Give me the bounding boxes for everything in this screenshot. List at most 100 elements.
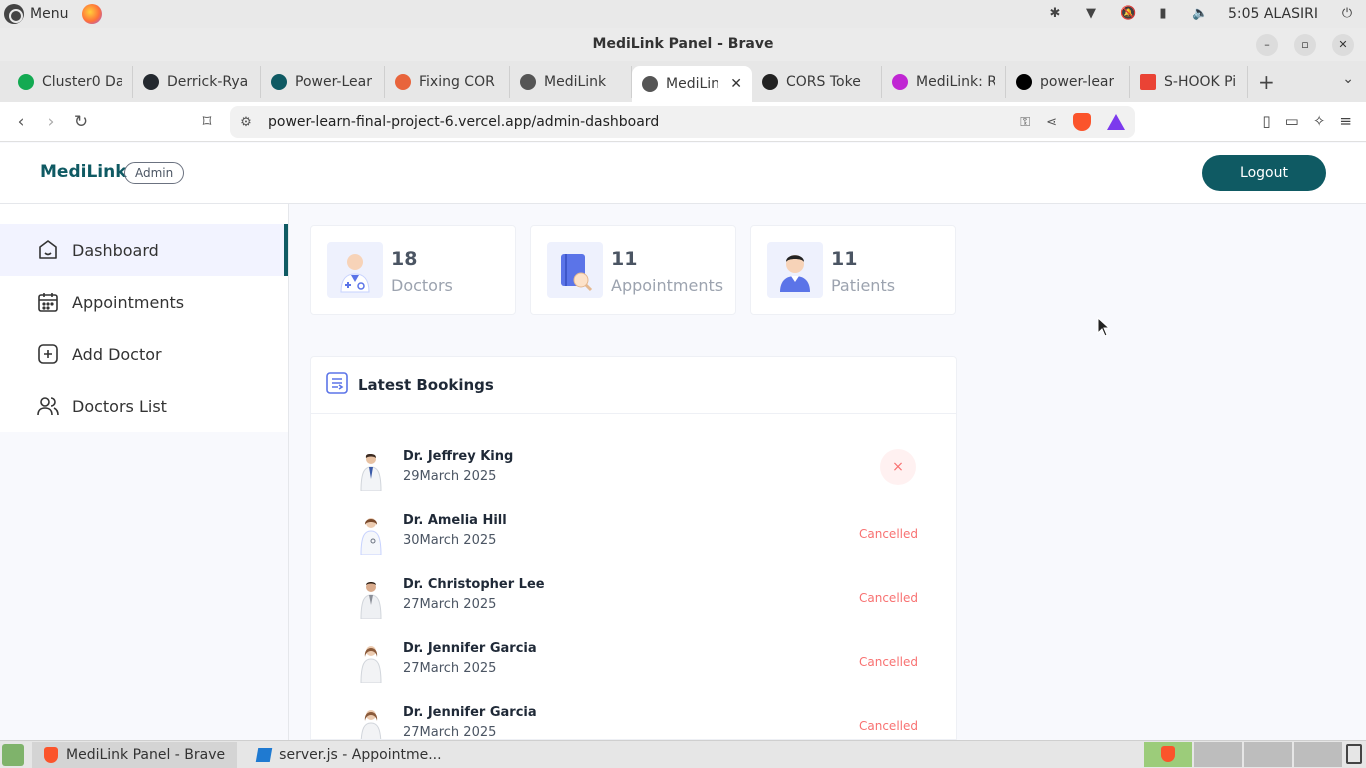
address-bar[interactable]: ⚙ power-learn-final-project-6.vercel.app… — [230, 106, 1135, 138]
stat-card-appointments[interactable]: 11 Appointments — [530, 225, 736, 315]
tab-github[interactable]: Derrick-Rya — [133, 65, 261, 98]
latest-bookings-header: Latest Bookings — [311, 357, 956, 414]
sidebar-item-label: Doctors List — [72, 396, 167, 416]
stat-card-patients[interactable]: 11 Patients — [750, 225, 956, 315]
taskbar-item-brave[interactable]: MediLink Panel - Brave — [32, 741, 238, 768]
brave-icon — [44, 746, 58, 763]
wifi-icon[interactable]: ▼ — [1084, 7, 1098, 21]
workspace-1[interactable] — [1144, 742, 1192, 767]
doctor-avatar — [357, 579, 385, 620]
back-icon[interactable]: ‹ — [6, 112, 36, 132]
sidebar-item-label: Appointments — [72, 292, 185, 312]
tab-power-learn-vercel[interactable]: power-lear — [1006, 65, 1130, 98]
workspace-2[interactable] — [1194, 742, 1242, 767]
booking-doctor-name: Dr. Amelia Hill — [403, 513, 507, 528]
brave-shields-icon[interactable] — [1073, 113, 1091, 131]
notifications-muted-icon[interactable]: 🔕 — [1120, 7, 1136, 21]
cancel-booking-button[interactable]: × — [880, 449, 916, 485]
mouse-cursor-icon — [1097, 317, 1111, 337]
tab-label: Power-Lear — [295, 73, 372, 90]
battery-icon[interactable]: ▮ — [1156, 7, 1170, 21]
system-logo-icon — [4, 4, 24, 24]
tab-cors-token[interactable]: CORS Toke — [752, 65, 882, 98]
booking-doctor-name: Dr. Christopher Lee — [403, 577, 545, 592]
doctor-icon — [327, 242, 383, 298]
tab-medilink-r[interactable]: MediLink: R — [882, 65, 1006, 98]
volume-muted-icon[interactable]: 🔈 — [1192, 7, 1208, 21]
tab-label: S-HOOK Pi — [1164, 73, 1237, 90]
sidebar-item-dashboard[interactable]: Dashboard — [0, 224, 288, 276]
github-icon — [143, 73, 159, 90]
share-icon[interactable]: ⋖ — [1046, 115, 1057, 130]
app-icon — [892, 73, 908, 90]
sidebar-toggle-icon[interactable]: ▯ — [1262, 112, 1270, 130]
role-badge: Admin — [124, 162, 185, 184]
tab-label: Cluster0 Da — [42, 73, 122, 90]
system-menu-button[interactable]: Menu — [0, 4, 103, 24]
people-icon — [36, 394, 60, 418]
wallet-icon[interactable]: ▭ — [1285, 112, 1299, 130]
tab-label: Fixing COR — [419, 73, 495, 90]
tab-label: MediLink: R — [916, 73, 995, 90]
trash-icon[interactable] — [1346, 744, 1362, 764]
tab-medilink[interactable]: MediLink — [510, 65, 632, 98]
clock[interactable]: 5:05 ALASIRI — [1228, 6, 1318, 22]
booking-status-cancelled: Cancelled — [859, 655, 918, 669]
brand-logo[interactable]: MediLink — [40, 162, 127, 182]
doctor-avatar — [357, 451, 385, 492]
new-tab-icon[interactable]: + — [1258, 70, 1275, 94]
show-desktop-button[interactable] — [2, 743, 24, 766]
maximize-button[interactable]: ▫ — [1294, 34, 1316, 56]
key-icon[interactable]: ⚿ — [1020, 115, 1030, 130]
home-icon — [36, 238, 60, 262]
booking-status-cancelled: Cancelled — [859, 591, 918, 605]
list-icon — [326, 372, 348, 398]
sidebar-item-doctors-list[interactable]: Doctors List — [0, 380, 288, 432]
taskbar-item-label: MediLink Panel - Brave — [66, 746, 226, 763]
tab-list-chevron-icon[interactable]: ⌄ — [1342, 71, 1354, 87]
bookmark-icon[interactable]: ⌑ — [192, 112, 222, 132]
reload-icon[interactable]: ↻ — [66, 112, 96, 132]
firefox-launcher-icon[interactable] — [82, 4, 103, 24]
tab-medilink-active[interactable]: MediLin ✕ — [632, 66, 752, 102]
taskbar-item-vscode[interactable]: server.js - Appointme... — [245, 742, 453, 768]
sidebar-item-label: Add Doctor — [72, 344, 162, 364]
doctor-avatar — [357, 515, 385, 556]
forward-icon[interactable]: › — [36, 112, 66, 132]
brave-rewards-icon[interactable] — [1107, 114, 1125, 130]
site-settings-icon[interactable]: ⚙ — [230, 115, 262, 130]
taskbar-item-label: server.js - Appointme... — [279, 746, 442, 763]
url-text[interactable]: power-learn-final-project-6.vercel.app/a… — [262, 114, 659, 130]
workspace-4[interactable] — [1294, 742, 1342, 767]
latest-bookings-title: Latest Bookings — [358, 376, 494, 394]
leo-ai-icon[interactable]: ✧ — [1313, 112, 1326, 130]
close-tab-icon[interactable]: ✕ — [730, 76, 742, 92]
close-window-button[interactable]: ✕ — [1332, 34, 1354, 56]
minimize-button[interactable]: – — [1256, 34, 1278, 56]
system-menu-label: Menu — [30, 6, 69, 22]
booking-doctor-name: Dr. Jennifer Garcia — [403, 705, 537, 720]
power-icon[interactable]: ⏻ — [1340, 7, 1354, 21]
sidebar-item-add-doctor[interactable]: Add Doctor — [0, 328, 288, 380]
sidebar-divider — [288, 432, 289, 740]
browser-toolbar: ‹ › ↻ ⌑ ⚙ power-learn-final-project-6.ve… — [0, 102, 1366, 142]
bluetooth-icon[interactable]: ✱ — [1048, 7, 1062, 21]
tab-label: CORS Toke — [786, 73, 861, 90]
window-titlebar: MediLink Panel - Brave – ▫ ✕ — [0, 28, 1366, 61]
sidebar-item-appointments[interactable]: Appointments — [0, 276, 288, 328]
stat-label: Doctors — [391, 276, 453, 295]
stat-label: Patients — [831, 276, 896, 295]
logout-button[interactable]: Logout — [1202, 155, 1326, 191]
workspace-3[interactable] — [1244, 742, 1292, 767]
menu-icon[interactable]: ≡ — [1339, 112, 1352, 130]
mongodb-icon — [18, 73, 34, 90]
tab-fixing-cors[interactable]: Fixing COR — [385, 65, 510, 98]
latest-bookings-panel: Latest Bookings Dr. Jeffrey King 29March… — [310, 356, 957, 740]
booking-row: Dr. Amelia Hill 30March 2025 Cancelled — [311, 507, 956, 571]
tab-gmail[interactable]: S-HOOK Pi — [1130, 65, 1248, 98]
patient-icon — [767, 242, 823, 298]
stat-card-doctors[interactable]: 18 Doctors — [310, 225, 516, 315]
tab-cluster0[interactable]: Cluster0 Da — [8, 65, 133, 98]
tab-label: MediLink — [544, 73, 607, 90]
tab-power-learn[interactable]: Power-Lear — [261, 65, 385, 98]
